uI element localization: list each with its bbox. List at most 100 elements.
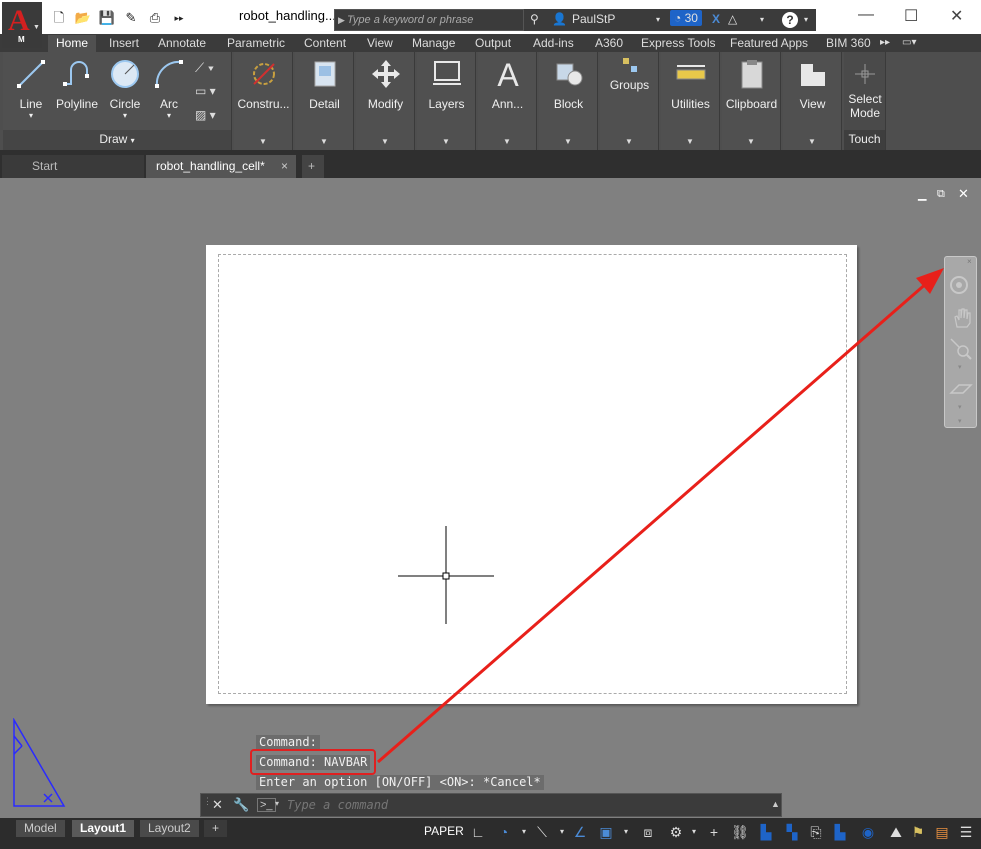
- view-dropdown-icon[interactable]: ▼: [808, 137, 816, 146]
- tab-close-icon[interactable]: ×: [281, 155, 288, 177]
- construct-button[interactable]: Constru...: [234, 58, 293, 111]
- tab-bim-360[interactable]: BIM 360: [826, 35, 871, 52]
- osnap-dropdown-icon[interactable]: ▾: [616, 822, 636, 842]
- selection-cycling-icon[interactable]: ▚: [782, 822, 802, 842]
- panel-groups[interactable]: Groups ▼: [600, 52, 659, 150]
- annotation-dropdown-icon[interactable]: ▼: [503, 137, 511, 146]
- hardware-acceleration-icon[interactable]: ◉: [858, 822, 878, 842]
- save-as-icon[interactable]: ✎: [122, 10, 140, 26]
- draw-panel-footer[interactable]: Draw ▾: [3, 130, 231, 150]
- more-tabs-icon[interactable]: ▸▸: [880, 35, 890, 52]
- viewport-lock-icon[interactable]: ⧈: [638, 822, 658, 842]
- layers-button[interactable]: Layers: [417, 58, 476, 111]
- command-input[interactable]: [287, 798, 767, 812]
- panel-view[interactable]: View ▼: [783, 52, 842, 150]
- steering-wheel-icon[interactable]: [949, 275, 973, 299]
- open-file-icon[interactable]: 📂: [74, 10, 92, 26]
- tab-home[interactable]: Home: [48, 35, 97, 52]
- layout-tab-model[interactable]: Model: [16, 820, 65, 837]
- user-name[interactable]: PaulStP: [572, 12, 615, 26]
- block-button[interactable]: Block: [539, 58, 598, 111]
- isodraft-icon[interactable]: ⟍: [532, 822, 552, 842]
- polar-tracking-icon[interactable]: ◔: [494, 822, 514, 842]
- tab-annotate[interactable]: Annotate: [158, 35, 206, 52]
- object-snap-icon[interactable]: ▣: [596, 822, 616, 842]
- tab-parametric[interactable]: Parametric: [227, 35, 285, 52]
- new-layout-icon[interactable]: +: [204, 820, 228, 837]
- panel-detail[interactable]: Detail ▼: [295, 52, 354, 150]
- panel-utilities[interactable]: Utilities ▼: [661, 52, 720, 150]
- navbar-close-icon[interactable]: ×: [967, 257, 972, 266]
- add-icon[interactable]: +: [704, 822, 724, 842]
- layout-tab-layout2[interactable]: Layout2: [140, 820, 199, 837]
- line-button[interactable]: Line ▾: [9, 58, 53, 120]
- panel-block[interactable]: Block ▼: [539, 52, 598, 150]
- isodraft-dropdown-icon[interactable]: ▾: [552, 822, 572, 842]
- cmdbar-close-icon[interactable]: ✕: [212, 797, 223, 813]
- minimize-icon[interactable]: —: [858, 6, 874, 24]
- tab-content[interactable]: Content: [304, 35, 346, 52]
- viewport-close-icon[interactable]: ✕: [958, 186, 969, 202]
- rectangle-icon[interactable]: ▭ ▾: [195, 84, 216, 98]
- viewport-minimize-icon[interactable]: ▁: [918, 188, 926, 201]
- groups-button[interactable]: Groups: [600, 56, 659, 92]
- utilities-dropdown-icon[interactable]: ▼: [686, 137, 694, 146]
- select-mode-button[interactable]: Select Mode: [844, 62, 886, 120]
- print-icon[interactable]: ⎙: [146, 10, 164, 26]
- isolate-objects-icon[interactable]: ⛓: [730, 822, 750, 842]
- construct-dropdown-icon[interactable]: ▼: [259, 137, 267, 146]
- snap-icon[interactable]: ∟: [468, 822, 488, 842]
- new-file-icon[interactable]: 🗋: [50, 10, 68, 26]
- construction-line-icon[interactable]: ⟋ ▾: [195, 60, 214, 76]
- object-snap-tracking-icon[interactable]: ∠: [570, 822, 590, 842]
- save-icon[interactable]: 💾: [98, 10, 116, 26]
- command-history-toggle-icon[interactable]: ▲: [771, 799, 780, 809]
- dynamic-ucs-icon[interactable]: ▙: [756, 822, 776, 842]
- modify-button[interactable]: Modify: [356, 58, 415, 111]
- layers-dropdown-icon[interactable]: ▼: [442, 137, 450, 146]
- customization-menu-icon[interactable]: ☰: [956, 822, 976, 842]
- a360-icon[interactable]: △: [728, 12, 737, 26]
- binoculars-icon[interactable]: ⚲: [530, 12, 539, 26]
- layout-tab-layout1[interactable]: Layout1: [72, 820, 135, 837]
- tab-output[interactable]: Output: [475, 35, 511, 52]
- panel-layers[interactable]: Layers ▼: [417, 52, 476, 150]
- orbit-dropdown-icon[interactable]: ▾: [958, 403, 962, 411]
- zoom-dropdown-icon[interactable]: ▾: [958, 363, 962, 371]
- navbar-options-icon[interactable]: ▾: [958, 417, 962, 425]
- quick-properties-icon[interactable]: ⎘: [806, 822, 826, 842]
- command-prompt-icon[interactable]: >_: [257, 798, 276, 812]
- paper-space-toggle[interactable]: PAPER: [424, 824, 464, 838]
- tab-featured-apps[interactable]: Featured Apps: [730, 35, 808, 52]
- tab-express-tools[interactable]: Express Tools: [641, 35, 715, 52]
- file-tab-active[interactable]: robot_handling_cell* ×: [146, 155, 296, 178]
- tab-manage[interactable]: Manage: [412, 35, 455, 52]
- detail-button[interactable]: Detail: [295, 58, 354, 111]
- hatch-icon[interactable]: ▨ ▾: [195, 108, 216, 122]
- panel-annotation[interactable]: A Ann... ▼: [478, 52, 537, 150]
- tab-add-ins[interactable]: Add-ins: [533, 35, 574, 52]
- viewport-restore-icon[interactable]: ⧉: [937, 188, 945, 201]
- panel-clipboard[interactable]: Clipboard ▼: [722, 52, 781, 150]
- tab-view[interactable]: View: [367, 35, 393, 52]
- block-dropdown-icon[interactable]: ▼: [564, 137, 572, 146]
- more-tools-icon[interactable]: ▸▸: [170, 10, 188, 26]
- exchange-icon[interactable]: X: [712, 12, 720, 26]
- ribbon-options-icon[interactable]: ▭▾: [902, 35, 916, 52]
- groups-dropdown-icon[interactable]: ▼: [625, 137, 633, 146]
- panel-touch[interactable]: Select Mode Touch: [844, 52, 886, 150]
- new-tab-button[interactable]: +: [302, 155, 324, 178]
- cmdbar-grip-icon[interactable]: ⋮: [203, 796, 212, 807]
- arc-button[interactable]: Arc ▾: [149, 58, 189, 120]
- tab-a360[interactable]: A360: [595, 35, 623, 52]
- help-icon[interactable]: ?: [782, 12, 798, 28]
- lineweight-icon[interactable]: ▙: [830, 822, 850, 842]
- units-icon[interactable]: ▤: [932, 822, 952, 842]
- maximize-icon[interactable]: ☐: [904, 6, 918, 26]
- file-tab-start[interactable]: Start: [2, 155, 144, 178]
- annotation-scale-icon[interactable]: ⚙: [666, 822, 686, 842]
- panel-modify[interactable]: Modify ▼: [356, 52, 415, 150]
- search-box[interactable]: ▶ Type a keyword or phrase: [334, 9, 524, 31]
- clean-screen-icon[interactable]: ⛰: [886, 822, 906, 842]
- tab-insert[interactable]: Insert: [109, 35, 139, 52]
